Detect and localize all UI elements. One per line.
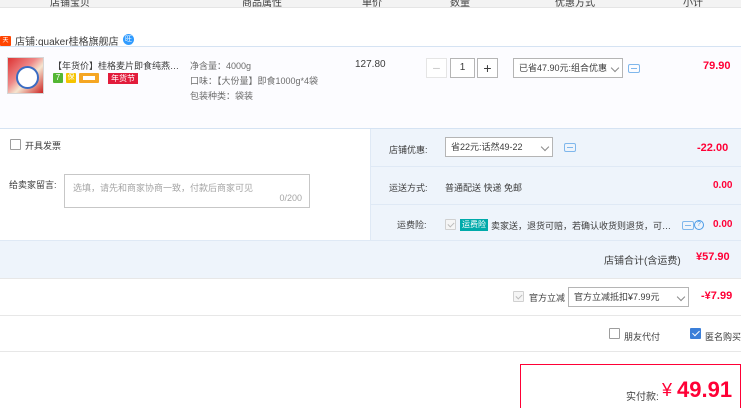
insurance-badge: 运费险 bbox=[460, 219, 488, 231]
help-icon[interactable]: ? bbox=[694, 220, 704, 230]
divider bbox=[370, 129, 371, 240]
column-header-attrs: 商品属性 bbox=[242, 0, 282, 8]
invoice-checkbox[interactable] bbox=[10, 139, 21, 150]
product-title-link[interactable]: 【年货价】桂格麦片即食纯燕麦片1000g*4袋 bbox=[53, 59, 186, 72]
seven-day-return-icon[interactable]: 7 bbox=[53, 73, 63, 83]
item-discount-select-value: 已省47.90元:组合优惠 bbox=[519, 63, 608, 73]
attr-package: 包装种类：袋装 bbox=[190, 91, 254, 101]
insurance-checkbox bbox=[445, 219, 456, 230]
chevron-down-icon bbox=[540, 142, 550, 152]
shipping-value: 0.00 bbox=[713, 180, 733, 191]
shop-discount-value: -22.00 bbox=[697, 142, 729, 154]
credit-card-icon[interactable] bbox=[79, 73, 99, 83]
quantity-plus-button[interactable]: + bbox=[477, 58, 498, 78]
festival-tag: 年货节 bbox=[108, 73, 138, 84]
insurance-value: 0.00 bbox=[713, 219, 733, 230]
column-header-discount: 优惠方式 bbox=[555, 0, 595, 8]
column-header-subtotal: 小计 bbox=[683, 0, 703, 8]
payment-currency: ¥ bbox=[662, 380, 673, 400]
chevron-down-icon bbox=[676, 292, 686, 302]
shipping-text: 普通配送 快递 免邮 bbox=[445, 183, 523, 193]
shipping-label: 运送方式: bbox=[389, 183, 428, 193]
shop-discount-select[interactable]: 省22元:话然49-22 bbox=[445, 137, 553, 157]
chevron-down-icon bbox=[610, 63, 620, 73]
friend-pay-label: 朋友代付 bbox=[624, 332, 661, 342]
payment-label: 实付款: bbox=[626, 392, 659, 403]
shop-discount-select-value: 省22元:话然49-22 bbox=[451, 142, 523, 152]
note-label: 给卖家留言: bbox=[9, 180, 57, 190]
attr-net-weight: 净含量：4000g bbox=[190, 61, 252, 71]
coupon-select-value: 官方立减抵扣¥7.99元 bbox=[574, 292, 660, 302]
column-header-price: 单价 bbox=[362, 0, 382, 8]
insurance-label: 运费险: bbox=[397, 220, 427, 230]
chat-wangwang-icon[interactable]: 旺 bbox=[123, 34, 134, 45]
coupon-checkbox bbox=[513, 291, 524, 302]
friend-pay-checkbox[interactable] bbox=[609, 328, 620, 339]
table-header: 店铺宝贝 商品属性 单价 数量 优惠方式 小计 bbox=[0, 0, 741, 8]
item-subtotal: 79.90 bbox=[703, 60, 731, 72]
product-attributes: 净含量：4000g 口味：【大份量】即食1000g*4袋 包装种类：袋装 bbox=[190, 59, 325, 104]
tmall-badge-icon: 天猫 bbox=[0, 36, 11, 54]
product-thumbnail[interactable] bbox=[7, 57, 44, 94]
shop-total-label: 店铺合计(含运费) bbox=[604, 256, 681, 267]
column-header-qty: 数量 bbox=[450, 0, 470, 8]
invoice-label: 开具发票 bbox=[25, 141, 62, 151]
payment-amount: 49.91 bbox=[677, 377, 733, 402]
note-placeholder: 选填，请先和商家协商一致，付款后商家可见 bbox=[73, 183, 254, 193]
coupon-value: -¥7.99 bbox=[701, 290, 733, 302]
quantity-stepper: − 1 + bbox=[426, 58, 498, 78]
item-discount-select[interactable]: 已省47.90元:组合优惠 bbox=[513, 58, 623, 78]
anonymous-label: 匿名购买 bbox=[705, 332, 741, 342]
seller-note-textarea[interactable]: 选填，请先和商家协商一致，付款后商家可见 0/200 bbox=[64, 174, 310, 208]
quantity-input[interactable]: 1 bbox=[450, 58, 475, 78]
anonymous-checkbox[interactable] bbox=[690, 328, 701, 339]
quantity-minus-button[interactable]: − bbox=[426, 58, 447, 78]
coupon-label: 官方立减 bbox=[529, 293, 566, 303]
message-icon[interactable] bbox=[682, 221, 694, 230]
message-icon[interactable] bbox=[628, 64, 640, 73]
shop-total-value: ¥57.90 bbox=[696, 251, 730, 263]
divider bbox=[371, 204, 741, 205]
attr-flavor: 口味：【大份量】即食1000g*4袋 bbox=[190, 76, 319, 86]
divider bbox=[0, 351, 741, 352]
shop-discount-label: 店铺优惠: bbox=[389, 145, 428, 155]
unit-price: 127.80 bbox=[355, 59, 386, 70]
coupon-select[interactable]: 官方立减抵扣¥7.99元 bbox=[568, 287, 689, 307]
guarantee-icon[interactable]: 保 bbox=[66, 73, 76, 83]
column-header-item: 店铺宝贝 bbox=[50, 0, 90, 8]
note-counter: 0/200 bbox=[279, 193, 302, 203]
divider bbox=[371, 166, 741, 167]
divider bbox=[0, 315, 741, 316]
insurance-text: 卖家送，退货可赔，若确认收货则退货，可获... bbox=[491, 221, 674, 231]
divider bbox=[0, 278, 741, 279]
message-icon[interactable] bbox=[564, 143, 576, 152]
